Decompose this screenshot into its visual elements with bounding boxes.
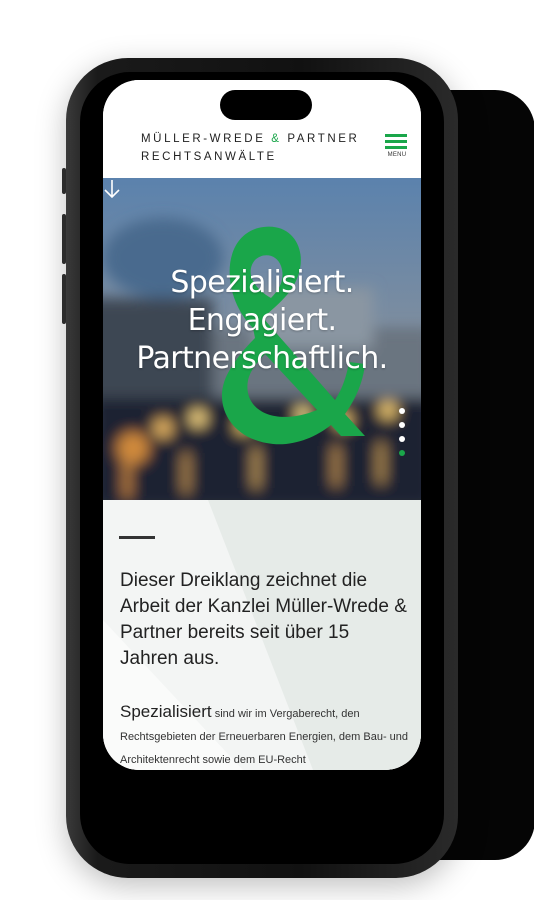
slide-dot-3[interactable] bbox=[399, 436, 405, 442]
hero-line-3: Partnerschaftlich. bbox=[136, 341, 388, 376]
section-divider bbox=[119, 536, 155, 539]
intro-section: Dieser Dreiklang zeichnet die Arbeit der… bbox=[103, 500, 421, 770]
hamburger-icon bbox=[385, 134, 409, 149]
logo-subtitle: RECHTSANWÄLTE bbox=[141, 151, 277, 163]
hero-line-2: Engagiert. bbox=[187, 303, 337, 338]
stage: MÜLLER-WREDE & PARTNER RECHTSANWÄLTE MEN… bbox=[0, 0, 534, 900]
slide-dot-4[interactable] bbox=[399, 450, 405, 456]
mute-switch bbox=[62, 168, 66, 194]
menu-label: MENU bbox=[387, 152, 407, 158]
slider-pagination bbox=[399, 408, 405, 464]
hero-headline: Spezialisiert. Engagiert. Partnerschaftl… bbox=[103, 264, 421, 378]
logo-ampersand: & bbox=[271, 133, 282, 145]
dynamic-island bbox=[220, 90, 312, 120]
logo-name-a: MÜLLER-WREDE bbox=[141, 133, 266, 145]
slide-dot-2[interactable] bbox=[399, 422, 405, 428]
phone-screen: MÜLLER-WREDE & PARTNER RECHTSANWÄLTE MEN… bbox=[103, 80, 421, 770]
slide-dot-1[interactable] bbox=[399, 408, 405, 414]
menu-button[interactable]: MENU bbox=[385, 134, 409, 158]
hero-line-1: Spezialisiert. bbox=[170, 265, 354, 300]
volume-up-button bbox=[62, 214, 66, 264]
arrow-down-icon[interactable] bbox=[103, 178, 121, 200]
logo-name-b: PARTNER bbox=[287, 133, 360, 145]
intro-body-text: Spezialisiert sind wir im Vergaberecht, … bbox=[120, 700, 412, 770]
volume-down-button bbox=[62, 274, 66, 324]
intro-lead-text: Dieser Dreiklang zeichnet die Arbeit der… bbox=[120, 570, 407, 669]
body-strong-word: Spezialisiert bbox=[120, 702, 212, 721]
hero-slider: Spezialisiert. Engagiert. Partnerschaftl… bbox=[103, 178, 421, 500]
site-logo[interactable]: MÜLLER-WREDE & PARTNER RECHTSANWÄLTE bbox=[141, 130, 359, 166]
